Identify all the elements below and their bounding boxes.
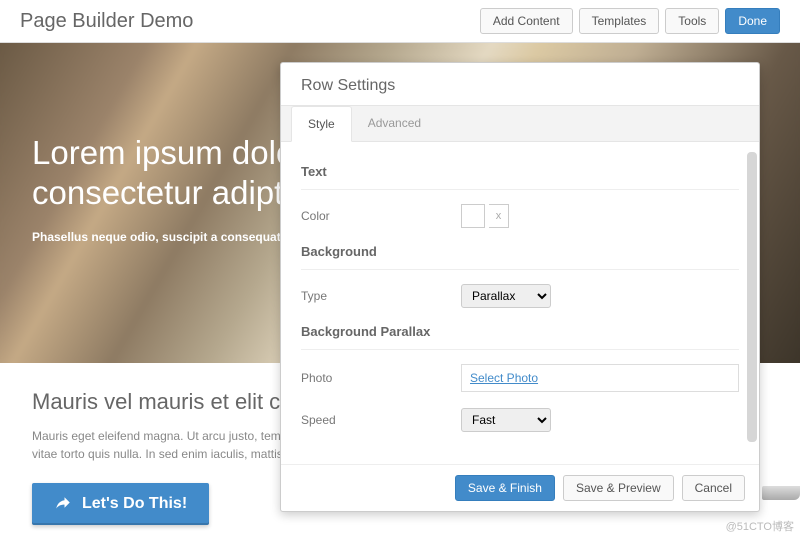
save-preview-button[interactable]: Save & Preview: [563, 475, 674, 501]
done-button[interactable]: Done: [725, 8, 780, 34]
speed-label: Speed: [301, 413, 461, 427]
page-title: Page Builder Demo: [20, 10, 193, 33]
type-label: Type: [301, 289, 461, 303]
speed-select[interactable]: Fast: [461, 408, 551, 432]
topbar: Page Builder Demo Add Content Templates …: [0, 0, 800, 43]
cta-button[interactable]: Let's Do This!: [32, 483, 209, 525]
section-text-label: Text: [301, 164, 739, 190]
cancel-button[interactable]: Cancel: [682, 475, 745, 501]
save-finish-button[interactable]: Save & Finish: [455, 475, 555, 501]
share-arrow-icon: [54, 495, 72, 513]
scrollbar[interactable]: [747, 152, 757, 442]
tab-style[interactable]: Style: [291, 106, 352, 142]
device-base: [762, 486, 800, 500]
modal-footer: Save & Finish Save & Preview Cancel: [281, 464, 759, 511]
tab-advanced[interactable]: Advanced: [352, 106, 437, 141]
color-swatch[interactable]: [461, 204, 485, 228]
section-parallax-label: Background Parallax: [301, 324, 739, 350]
tools-button[interactable]: Tools: [665, 8, 719, 34]
section-background-label: Background: [301, 244, 739, 270]
type-select[interactable]: Parallax: [461, 284, 551, 308]
modal-title: Row Settings: [281, 63, 759, 105]
watermark: @51CTO博客: [726, 518, 794, 534]
add-content-button[interactable]: Add Content: [480, 8, 573, 34]
templates-button[interactable]: Templates: [579, 8, 660, 34]
row-settings-modal: Row Settings Style Advanced Text Color x…: [280, 62, 760, 512]
photo-label: Photo: [301, 371, 461, 385]
modal-tabs: Style Advanced: [281, 105, 759, 142]
top-buttons: Add Content Templates Tools Done: [480, 8, 780, 34]
color-clear-button[interactable]: x: [489, 204, 509, 228]
cta-label: Let's Do This!: [82, 495, 187, 513]
select-photo-link[interactable]: Select Photo: [461, 364, 739, 392]
modal-body[interactable]: Text Color x Background Type Parallax Ba…: [281, 142, 759, 464]
color-label: Color: [301, 209, 461, 223]
